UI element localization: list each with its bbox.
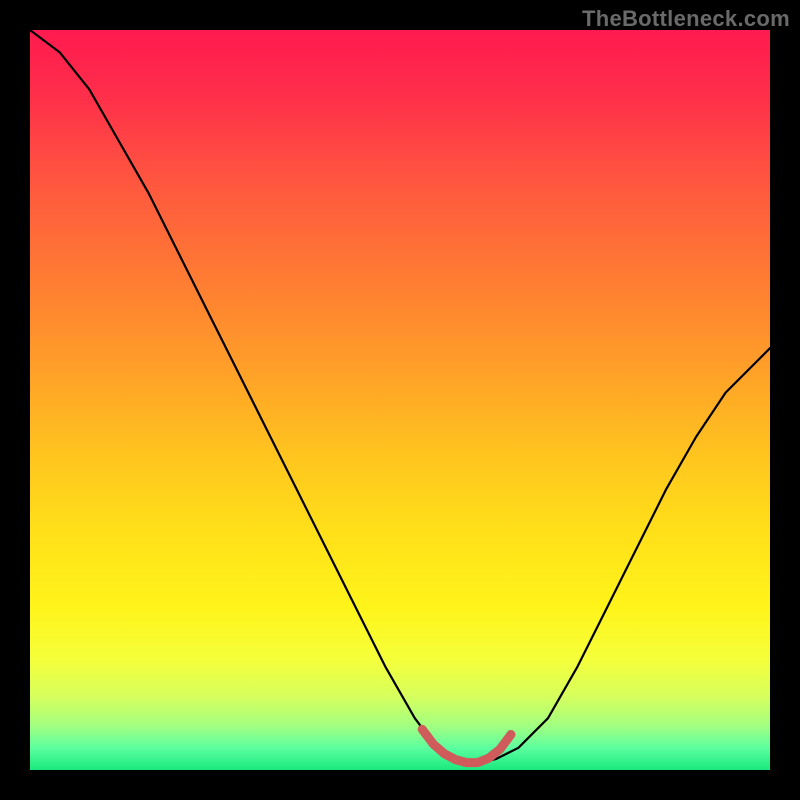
plot-area bbox=[30, 30, 770, 770]
highlight-path bbox=[422, 729, 511, 762]
chart-stage: TheBottleneck.com bbox=[0, 0, 800, 800]
watermark-text: TheBottleneck.com bbox=[582, 6, 790, 32]
highlight-svg bbox=[30, 30, 770, 770]
